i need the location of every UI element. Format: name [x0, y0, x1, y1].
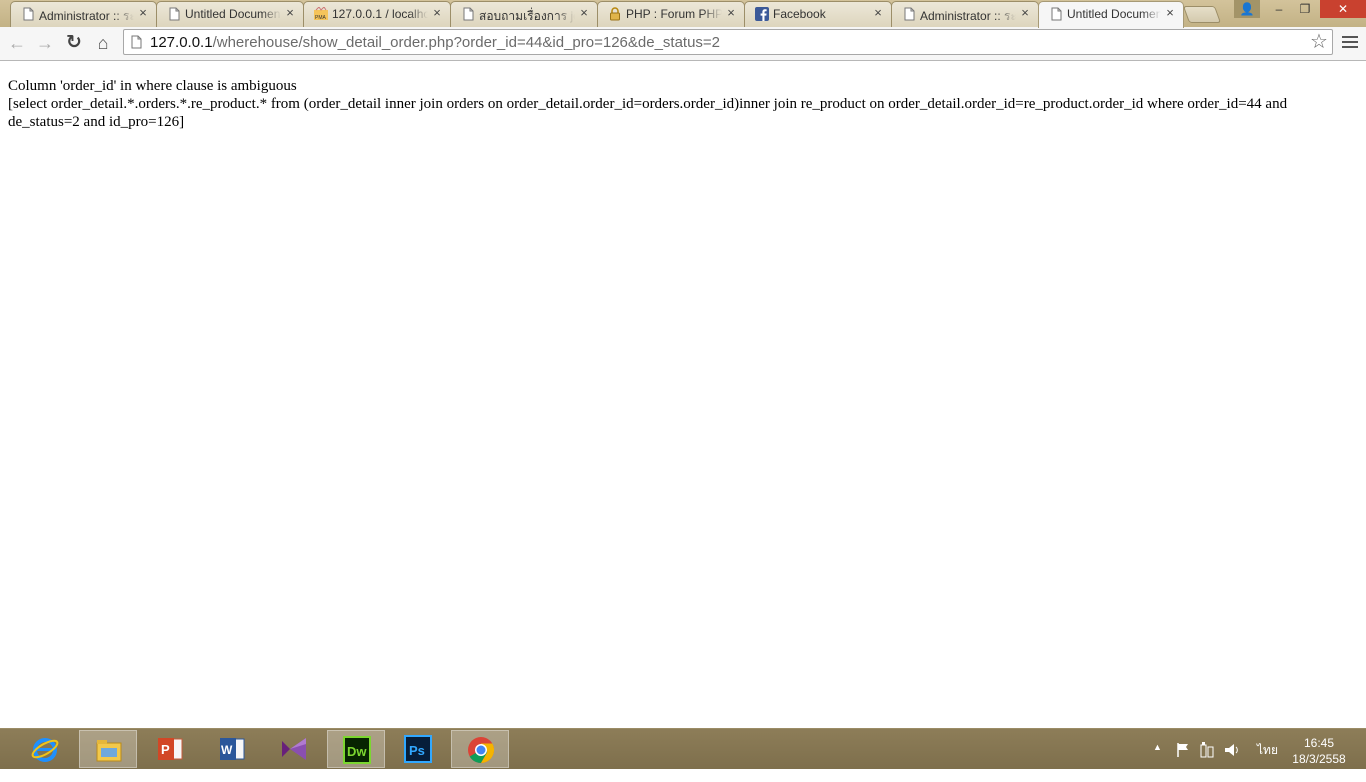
- powerpoint-icon: P: [158, 738, 183, 760]
- tab-close-icon[interactable]: ×: [1019, 6, 1031, 20]
- clock-date: 18/3/2558: [1292, 752, 1346, 766]
- svg-text:P: P: [161, 742, 170, 757]
- new-tab-button[interactable]: [1182, 6, 1222, 23]
- tab-title: สอบถามเรื่องการ join: [479, 9, 575, 23]
- tab-close-icon[interactable]: ×: [1164, 6, 1176, 20]
- lock-icon: [610, 7, 620, 21]
- file-explorer-icon: [96, 740, 122, 762]
- page-icon: [1051, 7, 1062, 21]
- tab-administrator-2[interactable]: Administrator :: ระบ ×: [891, 1, 1039, 27]
- sql-error-message: Column 'order_id' in where clause is amb…: [8, 77, 1358, 131]
- taskbar-internet-explorer[interactable]: [16, 730, 74, 768]
- svg-text:W: W: [221, 743, 233, 757]
- taskbar-photoshop[interactable]: Ps: [389, 730, 447, 768]
- tab-title: Administrator :: ระบ: [920, 9, 1016, 23]
- chrome-menu-icon[interactable]: [1340, 33, 1360, 53]
- browser-toolbar: ← → ↻ ⌂ 127.0.0.1/wherehouse/show_detail…: [0, 27, 1366, 61]
- page-icon: [23, 7, 34, 21]
- internet-explorer-icon: [31, 738, 59, 762]
- user-profile-icon[interactable]: 👤: [1234, 0, 1260, 18]
- url-path: /wherehouse/show_detail_order.php?order_…: [212, 34, 721, 51]
- url-host: 127.0.0.1: [150, 34, 213, 51]
- system-clock[interactable]: 16:45 18/3/2558: [1284, 735, 1354, 767]
- dreamweaver-icon: Dw: [343, 736, 371, 764]
- tab-close-icon[interactable]: ×: [284, 6, 296, 20]
- minimize-button[interactable]: –: [1266, 0, 1292, 18]
- tab-php-forum[interactable]: PHP : Forum PHP ×: [597, 1, 745, 27]
- home-button[interactable]: ⌂: [91, 31, 115, 55]
- tab-close-icon[interactable]: ×: [137, 6, 149, 20]
- tab-untitled-document-1[interactable]: Untitled Document ×: [156, 1, 304, 27]
- tab-facebook[interactable]: Facebook ×: [744, 1, 892, 27]
- photoshop-label: Ps: [409, 743, 425, 758]
- windows-taskbar: P W Dw Ps ▲ ไทย 16:45 18/3/2558: [0, 728, 1366, 769]
- restore-button[interactable]: ❐: [1292, 0, 1318, 18]
- taskbar-powerpoint[interactable]: P: [141, 730, 199, 768]
- battery-power-icon[interactable]: [1199, 741, 1215, 759]
- photoshop-icon: Ps: [404, 735, 432, 763]
- tab-close-icon[interactable]: ×: [872, 6, 884, 20]
- phpmyadmin-icon: PMA: [314, 7, 328, 21]
- reload-button[interactable]: ↻: [62, 31, 86, 55]
- taskbar-dreamweaver[interactable]: Dw: [327, 730, 385, 768]
- tab-title: PHP : Forum PHP: [626, 7, 722, 21]
- taskbar-chrome[interactable]: [451, 730, 509, 768]
- taskbar-visual-studio[interactable]: [265, 730, 323, 768]
- bookmark-star-icon[interactable]: ☆: [1308, 31, 1330, 53]
- taskbar-file-explorer[interactable]: [79, 730, 137, 768]
- tab-administrator-1[interactable]: Administrator :: ระบ ×: [10, 1, 157, 27]
- dreamweaver-label: Dw: [347, 744, 367, 759]
- page-icon: [131, 35, 142, 49]
- tab-close-icon[interactable]: ×: [431, 6, 443, 20]
- action-center-flag-icon[interactable]: [1175, 742, 1191, 758]
- tab-title: Facebook: [773, 7, 826, 21]
- page-icon: [169, 7, 180, 21]
- tab-title: Untitled Document: [1067, 7, 1161, 21]
- svg-text:PMA: PMA: [315, 15, 327, 21]
- tab-title: Administrator :: ระบ: [39, 9, 134, 23]
- language-indicator[interactable]: ไทย: [1257, 741, 1278, 781]
- close-window-button[interactable]: ✕: [1320, 0, 1366, 18]
- tab-phpmyadmin[interactable]: PMA 127.0.0.1 / localhost ×: [303, 1, 451, 27]
- error-query: [select order_detail.*.orders.*.re_produ…: [8, 96, 1288, 130]
- back-button[interactable]: ←: [5, 31, 29, 55]
- volume-speaker-icon[interactable]: [1223, 741, 1241, 759]
- word-icon: W: [220, 738, 245, 760]
- url-text[interactable]: 127.0.0.1/wherehouse/show_detail_order.p…: [150, 34, 720, 51]
- page-icon: [904, 7, 915, 21]
- facebook-icon: [755, 7, 769, 21]
- tab-untitled-document-active[interactable]: Untitled Document ×: [1038, 1, 1184, 28]
- tab-close-icon[interactable]: ×: [725, 6, 737, 20]
- chrome-icon: [468, 737, 495, 764]
- tab-join-question[interactable]: สอบถามเรื่องการ join ×: [450, 1, 598, 27]
- error-text: Column 'order_id' in where clause is amb…: [8, 78, 297, 94]
- tab-close-icon[interactable]: ×: [578, 6, 590, 20]
- page-content: Column 'order_id' in where clause is amb…: [0, 61, 1366, 728]
- forward-button[interactable]: →: [33, 31, 57, 55]
- tab-title: Untitled Document: [185, 7, 281, 21]
- tab-strip: Administrator :: ระบ × Untitled Document…: [0, 0, 1366, 28]
- visual-studio-icon: [282, 738, 306, 760]
- taskbar-word[interactable]: W: [203, 730, 261, 768]
- clock-time: 16:45: [1303, 736, 1335, 750]
- address-bar[interactable]: 127.0.0.1/wherehouse/show_detail_order.p…: [123, 29, 1333, 55]
- tab-title: 127.0.0.1 / localhost: [332, 7, 428, 21]
- show-hidden-icons-button[interactable]: ▲: [1153, 742, 1162, 782]
- page-icon: [463, 7, 474, 21]
